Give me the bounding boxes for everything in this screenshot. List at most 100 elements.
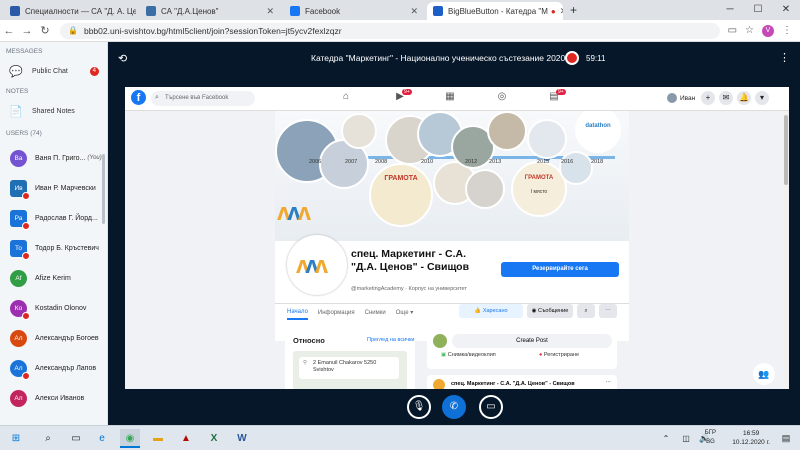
user-item[interactable]: Ал Алекси Иванов (0, 383, 107, 413)
user-name: Kostadin Olonov (35, 304, 87, 312)
start-icon[interactable]: ⊞ (6, 429, 26, 448)
watch-icon[interactable]: ▶ 9+ (393, 89, 412, 105)
network-icon[interactable]: ◫ (676, 429, 696, 448)
leave-audio-button[interactable]: ✆ (442, 395, 466, 419)
home-icon[interactable]: ⌂ (339, 91, 353, 105)
close-tab-icon[interactable]: ✕ (262, 6, 274, 17)
reload-icon[interactable]: ↻ (36, 24, 54, 37)
star-icon[interactable]: ☆ (745, 25, 754, 36)
facebook-user-chip[interactable]: Иван (667, 93, 695, 103)
tab-specialnosti[interactable]: Специалности — СА "Д. А. Цен ✕ (4, 2, 136, 20)
task-view-icon[interactable]: ▭ (66, 429, 86, 448)
create-post-button[interactable]: Create Post (452, 334, 612, 348)
user-item[interactable]: Ив Иван Р. Марчевски (0, 173, 107, 203)
tab-sa-cenov[interactable]: СА "Д.А.Ценов" ✕ (140, 2, 280, 20)
facebook-logo-icon[interactable]: f (131, 90, 146, 105)
map-preview[interactable]: ⚲ 2 Emanuil Chakarov 5250 Svishtov (293, 351, 407, 389)
cover-photo-bubble (527, 119, 567, 159)
user-item[interactable]: Ал Александър Богоев (0, 323, 107, 353)
chrome-icon[interactable]: ◉ (120, 429, 140, 448)
tab-photos[interactable]: Снимки (365, 310, 386, 316)
user-item[interactable]: То Тодор Б. Кръстевич (0, 233, 107, 263)
account-menu-icon[interactable]: ▾ (755, 91, 769, 105)
profile-avatar[interactable]: V (762, 24, 774, 37)
toggle-userlist-icon[interactable]: ⟲ (118, 52, 127, 65)
mute-mic-button[interactable]: 🎙 (407, 395, 431, 419)
tab-facebook[interactable]: Facebook ✕ (284, 2, 424, 20)
avatar: Af (10, 269, 27, 287)
reserve-button-label: Резервирайте сега (532, 266, 588, 272)
clock[interactable]: 16:59 10.12.2020 г. (732, 429, 770, 447)
page-profile-picture[interactable]: ᴧᴧᴧ (287, 235, 347, 295)
edge-icon[interactable]: e (92, 429, 112, 448)
register-button[interactable]: ● Регистриране (539, 352, 579, 358)
gaming-icon[interactable]: ▤ 9+ (547, 89, 566, 105)
new-tab-button[interactable]: + (570, 3, 577, 17)
acrobat-icon[interactable]: ▲ (176, 429, 196, 448)
language-indicator[interactable]: БГР BG (705, 429, 716, 447)
back-icon[interactable]: ← (0, 25, 18, 37)
see-all-link[interactable]: Преглед на всички (367, 337, 415, 343)
recording-indicator-icon[interactable] (565, 51, 579, 65)
scrollbar-thumb[interactable] (784, 115, 788, 185)
photo-video-button[interactable]: ▣ Снимка/видеоклип (441, 352, 496, 358)
maximize-icon[interactable]: ☐ (744, 0, 772, 20)
forward-icon[interactable]: → (18, 25, 36, 37)
minimize-icon[interactable]: ─ (716, 0, 744, 20)
groups-icon[interactable]: ◎ (495, 91, 509, 105)
close-window-icon[interactable]: ✕ (772, 0, 800, 20)
post-preview[interactable]: спец. Маркетинг - С.А. "Д.А. Ценов" - Св… (427, 375, 617, 389)
more-options-icon[interactable]: ⋯ (599, 304, 617, 318)
system-tray-icon[interactable]: ⌃ (656, 429, 676, 448)
page-search-icon[interactable]: ⌕ (577, 304, 595, 318)
file-explorer-icon[interactable]: ▬ (148, 429, 168, 448)
menu-icon[interactable]: ⋮ (782, 25, 792, 36)
about-heading: Относно (293, 336, 325, 345)
create-icon[interactable]: + (701, 91, 715, 105)
tab-more[interactable]: Още ▾ (396, 309, 414, 316)
close-tab-icon[interactable]: ✕ (556, 6, 563, 17)
close-tab-icon[interactable]: ✕ (406, 6, 418, 17)
notification-badge: 9+ (402, 89, 412, 95)
marketplace-icon[interactable]: ▦ (443, 91, 457, 105)
tab-title: Специалности — СА "Д. А. Цен (25, 6, 136, 16)
user-name: Иван Р. Марчевски (35, 184, 96, 192)
options-menu-icon[interactable]: ⋮ (779, 51, 790, 64)
tab-bigbluebutton[interactable]: BigBlueButton - Катедра "М ● ✕ (427, 2, 563, 20)
notification-center-icon[interactable]: ▤ (776, 429, 796, 448)
search-icon[interactable]: ⌕ (38, 429, 58, 448)
notifications-bell-icon[interactable]: 🔔 (737, 91, 751, 105)
message-button[interactable]: ◉ Съобщение (527, 304, 573, 318)
user-item[interactable]: Ал Александър Лапов (0, 353, 107, 383)
liked-button[interactable]: 👍 Харесано (459, 304, 523, 318)
page-name: спец. Маркетинг - С.А. "Д.А. Ценов" - Св… (351, 248, 470, 273)
camera-blocked-icon[interactable]: ▭ (728, 25, 737, 36)
facebook-search-input[interactable]: Търсене във Facebook (151, 91, 255, 106)
user-list-scrollbar[interactable] (102, 154, 105, 224)
reserve-button[interactable]: Резервирайте сега (501, 262, 619, 277)
messenger-icon[interactable]: ✉ (719, 91, 733, 105)
users-fab-icon[interactable]: 👥 (753, 363, 775, 385)
search-icon: ⌕ (155, 94, 159, 101)
messages-header: MESSAGES (6, 48, 43, 55)
tab-home[interactable]: Начало (287, 306, 308, 320)
word-icon[interactable]: W (232, 429, 252, 448)
share-webcam-button[interactable]: ▭ (479, 395, 503, 419)
user-item[interactable]: Ра Радослав Г. Йорд... (0, 203, 107, 233)
timeline-year: 2010 (421, 159, 434, 165)
language-code: БГР (704, 430, 716, 436)
avatar: Ал (10, 359, 30, 380)
user-item[interactable]: Ва Ваня П. Григо... (You) (0, 143, 107, 173)
user-item[interactable]: Ко Kostadin Olonov (0, 293, 107, 323)
public-chat-item[interactable]: 💬 Public Chat 4 (0, 58, 107, 84)
more-options-icon[interactable]: ⋯ (606, 380, 612, 386)
datathon-text: datathon (585, 123, 611, 129)
location-pin-icon: ⚲ (303, 360, 308, 366)
shared-notes-item[interactable]: 📄 Shared Notes (0, 98, 107, 124)
tab-about[interactable]: Информация (318, 310, 355, 316)
photo-video-label: Снимка/видеоклип (447, 352, 496, 358)
excel-icon[interactable]: X (204, 429, 224, 448)
user-item[interactable]: Af Afize Kerim (0, 263, 107, 293)
url-field[interactable]: 🔒 bbb02.uni-svishtov.bg/html5client/join… (60, 22, 720, 39)
page-scrollbar[interactable] (783, 111, 789, 389)
